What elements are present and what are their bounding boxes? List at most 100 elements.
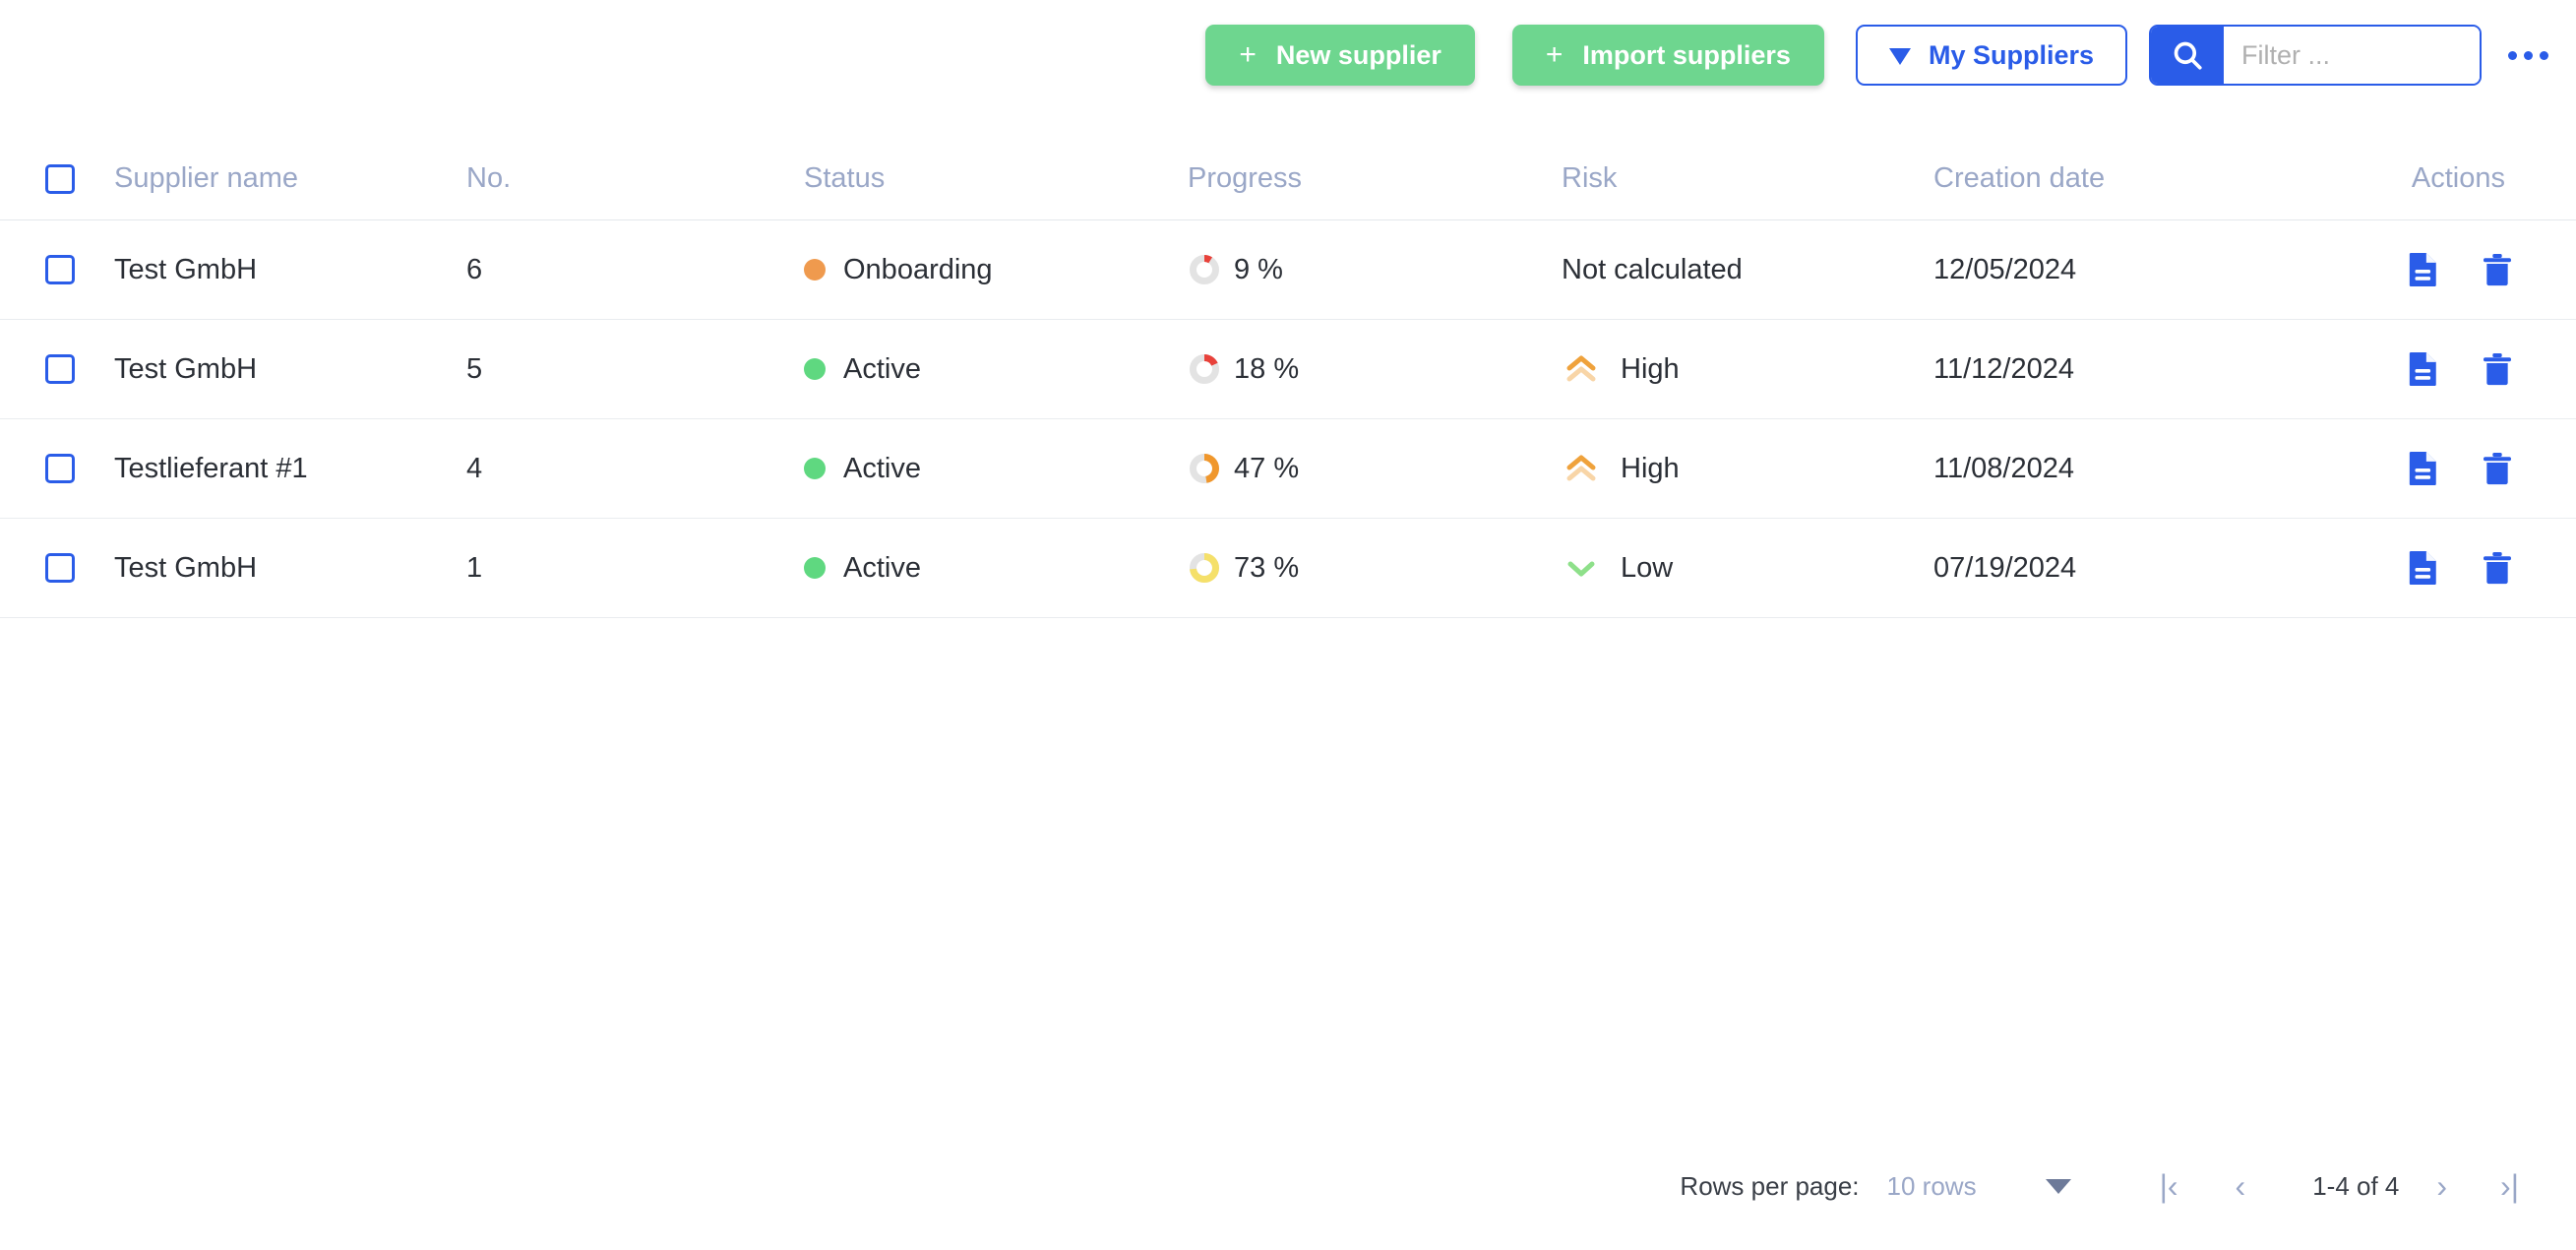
risk-label: High (1621, 452, 1680, 484)
view-document-button[interactable] (2407, 350, 2440, 388)
column-header-risk[interactable]: Risk (1562, 162, 1933, 195)
table-row[interactable]: Testlieferant #1 4 Active 47 % High 11/08/202… (0, 419, 2576, 519)
search-box (2149, 25, 2482, 86)
risk-label: Low (1621, 551, 1674, 584)
row-checkbox-cell (45, 255, 114, 284)
cell-risk: High (1562, 452, 1933, 485)
cell-supplier-name: Test GmbH (114, 551, 258, 584)
toolbar: + New supplier + Import suppliers My Sup… (0, 0, 2576, 110)
import-suppliers-label: Import suppliers (1582, 39, 1791, 70)
cell-status: Active (804, 353, 1188, 386)
document-icon[interactable] (2407, 450, 2440, 487)
column-header-creation-date[interactable]: Creation date (1933, 162, 2327, 195)
cell-progress: 9 % (1188, 253, 1562, 286)
view-document-button[interactable] (2407, 450, 2440, 487)
cell-no: 4 (466, 452, 483, 484)
cell-status: Onboarding (804, 254, 1188, 286)
new-supplier-button[interactable]: + New supplier (1205, 25, 1475, 86)
import-suppliers-button[interactable]: + Import suppliers (1511, 25, 1824, 86)
row-checkbox[interactable] (45, 553, 75, 583)
document-icon[interactable] (2407, 549, 2440, 587)
row-checkbox[interactable] (45, 354, 75, 384)
status-label: Active (843, 352, 921, 385)
trash-icon[interactable] (2482, 350, 2513, 388)
cell-no: 6 (466, 253, 483, 285)
delete-button[interactable] (2482, 549, 2513, 587)
column-header-no[interactable]: No. (466, 162, 804, 195)
cell-supplier-name: Test GmbH (114, 352, 258, 385)
new-supplier-label: New supplier (1275, 39, 1441, 70)
progress-donut-icon (1190, 454, 1219, 483)
row-checkbox-cell (45, 454, 114, 483)
table-row[interactable]: Test GmbH 6 Onboarding 9 % Not calculated 12/… (0, 220, 2576, 320)
column-header-status[interactable]: Status (804, 162, 1188, 195)
status-label: Active (843, 551, 921, 584)
select-all-checkbox[interactable] (45, 163, 75, 194)
delete-button[interactable] (2482, 350, 2513, 388)
my-suppliers-label: My Suppliers (1928, 39, 2094, 70)
filter-funnel-icon (1888, 47, 1911, 65)
plus-icon: + (1545, 38, 1564, 71)
risk-high-icon (1566, 455, 1596, 481)
cell-progress: 73 % (1188, 551, 1562, 585)
cell-creation-date: 07/19/2024 (1933, 551, 2077, 584)
status-label: Active (843, 452, 921, 484)
trash-icon[interactable] (2482, 251, 2513, 288)
chevron-down-icon[interactable] (2045, 1178, 2071, 1194)
cell-progress: 47 % (1188, 452, 1562, 485)
cell-risk: Not calculated (1562, 254, 1933, 286)
progress-label: 9 % (1234, 253, 1283, 285)
cell-actions (2327, 251, 2531, 288)
more-options-icon[interactable] (2501, 29, 2554, 82)
cell-actions (2327, 450, 2531, 487)
row-checkbox-cell (45, 553, 114, 583)
last-page-button[interactable]: ›| (2488, 1170, 2531, 1202)
rows-per-page-select[interactable]: 10 rows (1887, 1171, 1977, 1202)
search-icon[interactable] (2151, 27, 2224, 84)
first-page-button[interactable]: |‹ (2148, 1170, 2190, 1202)
view-document-button[interactable] (2407, 251, 2440, 288)
delete-button[interactable] (2482, 251, 2513, 288)
next-page-button[interactable]: › (2424, 1170, 2459, 1202)
row-checkbox-cell (45, 354, 114, 384)
cell-creation-date: 11/12/2024 (1933, 352, 2074, 385)
cell-creation-date: 11/08/2024 (1933, 452, 2074, 484)
view-document-button[interactable] (2407, 549, 2440, 587)
row-checkbox[interactable] (45, 255, 75, 284)
cell-creation-date: 12/05/2024 (1933, 253, 2077, 285)
risk-label: High (1621, 352, 1680, 385)
cell-actions (2327, 549, 2531, 587)
trash-icon[interactable] (2482, 549, 2513, 587)
my-suppliers-button[interactable]: My Suppliers (1855, 25, 2127, 86)
cell-risk: Low (1562, 551, 1933, 585)
row-checkbox[interactable] (45, 454, 75, 483)
cell-supplier-name: Testlieferant #1 (114, 452, 308, 484)
table-row[interactable]: Test GmbH 1 Active 73 % Low 07/19/2024 (0, 519, 2576, 618)
status-dot-icon (804, 358, 826, 380)
trash-icon[interactable] (2482, 450, 2513, 487)
document-icon[interactable] (2407, 251, 2440, 288)
table-header-row: Supplier name No. Status Progress Risk C… (0, 138, 2576, 220)
risk-high-icon (1566, 355, 1596, 382)
suppliers-table: Supplier name No. Status Progress Risk C… (0, 138, 2576, 618)
cell-status: Active (804, 453, 1188, 485)
column-header-supplier-name[interactable]: Supplier name (114, 162, 466, 195)
supplier-list-page: + New supplier + Import suppliers My Sup… (0, 0, 2576, 1250)
document-icon[interactable] (2407, 350, 2440, 388)
risk-low-icon (1567, 561, 1595, 577)
progress-donut-icon (1190, 553, 1219, 583)
select-all-checkbox-cell (45, 163, 114, 194)
page-range-label: 1-4 of 4 (2312, 1170, 2400, 1201)
cell-status: Active (804, 552, 1188, 585)
progress-donut-icon (1190, 255, 1219, 284)
status-label: Onboarding (843, 253, 993, 285)
prev-page-button[interactable]: ‹ (2224, 1170, 2258, 1202)
search-input[interactable] (2224, 27, 2480, 84)
progress-label: 73 % (1234, 551, 1300, 584)
column-header-progress[interactable]: Progress (1188, 162, 1562, 195)
delete-button[interactable] (2482, 450, 2513, 487)
progress-label: 18 % (1234, 352, 1300, 385)
table-row[interactable]: Test GmbH 5 Active 18 % High 11/12/2024 (0, 320, 2576, 419)
cell-supplier-name: Test GmbH (114, 253, 258, 285)
cell-progress: 18 % (1188, 352, 1562, 386)
